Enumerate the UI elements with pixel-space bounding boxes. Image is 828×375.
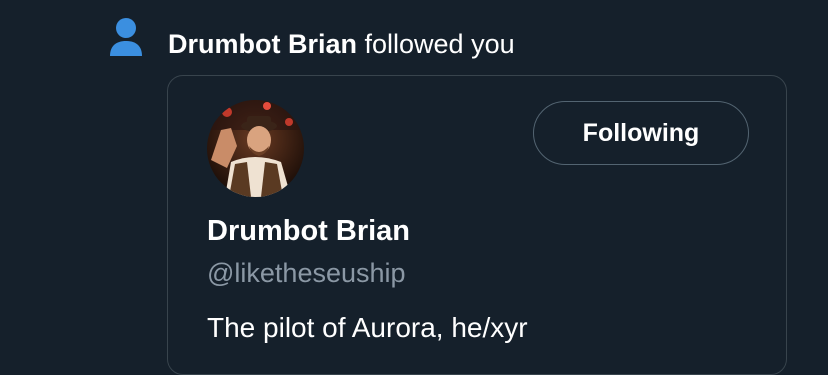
follow-notification[interactable]: Drumbot Brian followed you Following Dru… (0, 0, 828, 375)
action-text: followed you (357, 29, 515, 59)
person-icon (108, 16, 144, 58)
display-name[interactable]: Drumbot Brian (207, 215, 410, 248)
avatar[interactable] (207, 100, 304, 197)
user-bio: The pilot of Aurora, he/xyr (207, 312, 528, 343)
user-handle[interactable]: @liketheseuship (207, 258, 406, 289)
user-card[interactable]: Following Drumbot Brian @liketheseuship … (167, 75, 787, 375)
following-button[interactable]: Following (533, 101, 749, 165)
actor-name[interactable]: Drumbot Brian (168, 29, 357, 59)
notification-text: Drumbot Brian followed you (168, 26, 515, 62)
